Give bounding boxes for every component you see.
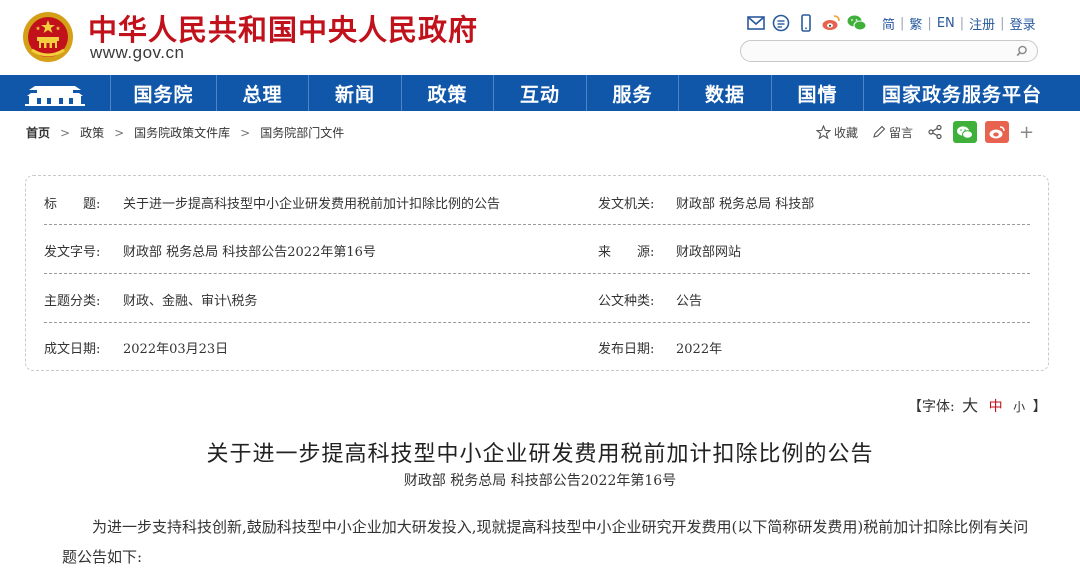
font-size-large-button[interactable]: 大: [959, 396, 981, 415]
font-size-suffix: 】: [1032, 399, 1047, 415]
nav-item-news[interactable]: 新闻: [308, 75, 401, 111]
font-size-medium-button[interactable]: 中: [986, 399, 1006, 415]
mobile-icon[interactable]: [796, 13, 816, 33]
published-date-value: 2022年: [676, 342, 723, 357]
nav-home-logo[interactable]: [0, 75, 110, 111]
search-input[interactable]: [751, 43, 1001, 59]
article-body-paragraph: 为进一步支持科技创新,鼓励科技型中小企业加大研发投入,现就提高科技型中小企业研究…: [62, 518, 1029, 566]
written-date-label: 成文日期:: [44, 342, 101, 357]
nav-item-data[interactable]: 数据: [678, 75, 771, 111]
issuer-label: 发文机关:: [598, 197, 655, 212]
topic-value: 财政、金融、审计\税务: [123, 294, 258, 309]
breadcrumb-dept-documents[interactable]: 国务院部门文件: [260, 124, 344, 141]
star-icon: [816, 124, 831, 139]
title-label: 标 题:: [44, 197, 101, 212]
site-url[interactable]: www.gov.cn: [90, 43, 184, 63]
wechat-icon: [957, 125, 974, 139]
article-actions: 收藏 留言 +: [816, 121, 1034, 143]
written-date-value: 2022年03月23日: [123, 342, 229, 357]
docno-label: 发文字号:: [44, 245, 101, 260]
source-value: 财政部网站: [676, 245, 742, 260]
breadcrumb-arrow-icon: >: [60, 125, 71, 140]
row-divider: [44, 273, 1030, 274]
share-weibo-button[interactable]: [985, 121, 1010, 143]
published-date-label: 发布日期:: [598, 342, 655, 357]
row-divider: [44, 224, 1030, 225]
breadcrumb-arrow-icon: >: [114, 125, 125, 140]
breadcrumb-policy[interactable]: 政策: [80, 124, 104, 141]
login-link[interactable]: 登录: [1006, 14, 1040, 33]
doctype-label: 公文种类:: [598, 294, 655, 309]
document-info-box: 标 题: 关于进一步提高科技型中小企业研发费用税前加计扣除比例的公告 发文机关:…: [25, 175, 1049, 371]
site-header: 中华人民共和国中央人民政府 www.gov.cn 简 | 繁 | EN | 注册…: [0, 0, 1080, 75]
mail-icon[interactable]: [746, 13, 766, 33]
nav-item-premier[interactable]: 总理: [216, 75, 308, 111]
topic-label: 主题分类:: [44, 294, 101, 309]
search-box: [740, 40, 1038, 62]
weibo-icon: [989, 125, 1005, 138]
tiananmen-icon: [25, 86, 85, 106]
comment-label: 留言: [889, 125, 914, 140]
header-tools: 简 | 繁 | EN | 注册 | 登录: [746, 12, 1040, 34]
favorite-label: 收藏: [834, 125, 859, 140]
title-value: 关于进一步提高科技型中小企业研发费用税前加计扣除比例的公告: [123, 197, 501, 212]
nav-item-state-council[interactable]: 国务院: [110, 75, 216, 111]
font-size-prefix: 【字体:: [908, 399, 955, 415]
wechat-icon[interactable]: [846, 13, 868, 33]
docno-value: 财政部 税务总局 科技部公告2022年第16号: [123, 245, 376, 260]
comment-button[interactable]: 留言: [872, 124, 913, 141]
doctype-value: 公告: [676, 294, 703, 309]
share-icon[interactable]: [927, 124, 943, 140]
traditional-chinese-link[interactable]: 繁: [905, 14, 926, 33]
nav-item-national-info[interactable]: 国情: [771, 75, 863, 111]
source-label: 来 源:: [598, 245, 655, 260]
issuer-value: 财政部 税务总局 科技部: [676, 197, 815, 212]
breadcrumb-home[interactable]: 首页: [26, 124, 50, 141]
breadcrumb-arrow-icon: >: [240, 125, 251, 140]
row-divider: [44, 322, 1030, 323]
font-size-control: 【字体: 大 中 小 】: [908, 392, 1047, 416]
breadcrumb: 首页 > 政策 > 国务院政策文件库 > 国务院部门文件: [26, 124, 344, 141]
nav-item-gov-service-platform[interactable]: 国家政务服务平台: [863, 75, 1060, 111]
font-size-small-button[interactable]: 小: [1010, 400, 1028, 414]
share-wechat-button[interactable]: [953, 121, 978, 143]
message-icon[interactable]: [771, 13, 791, 33]
register-link[interactable]: 注册: [965, 14, 999, 33]
favorite-button[interactable]: 收藏: [816, 124, 858, 141]
pencil-icon: [873, 125, 886, 138]
nav-item-interaction[interactable]: 互动: [493, 75, 586, 111]
english-link[interactable]: EN: [933, 16, 959, 31]
weibo-icon[interactable]: [821, 13, 841, 33]
main-nav: 国务院 总理 新闻 政策 互动 服务 数据 国情 国家政务服务平台: [0, 75, 1080, 111]
simplified-chinese-link[interactable]: 简: [878, 14, 899, 33]
top-links: 简 | 繁 | EN | 注册 | 登录: [878, 14, 1040, 33]
nav-item-policy[interactable]: 政策: [401, 75, 493, 111]
search-icon[interactable]: [1015, 44, 1029, 58]
article-title: 关于进一步提高科技型中小企业研发费用税前加计扣除比例的公告: [206, 442, 874, 467]
national-emblem-icon[interactable]: [22, 10, 74, 64]
article-subtitle: 财政部 税务总局 科技部公告2022年第16号: [403, 473, 677, 489]
nav-item-services[interactable]: 服务: [586, 75, 678, 111]
breadcrumb-policy-library[interactable]: 国务院政策文件库: [134, 124, 230, 141]
more-share-icon[interactable]: +: [1019, 122, 1034, 143]
